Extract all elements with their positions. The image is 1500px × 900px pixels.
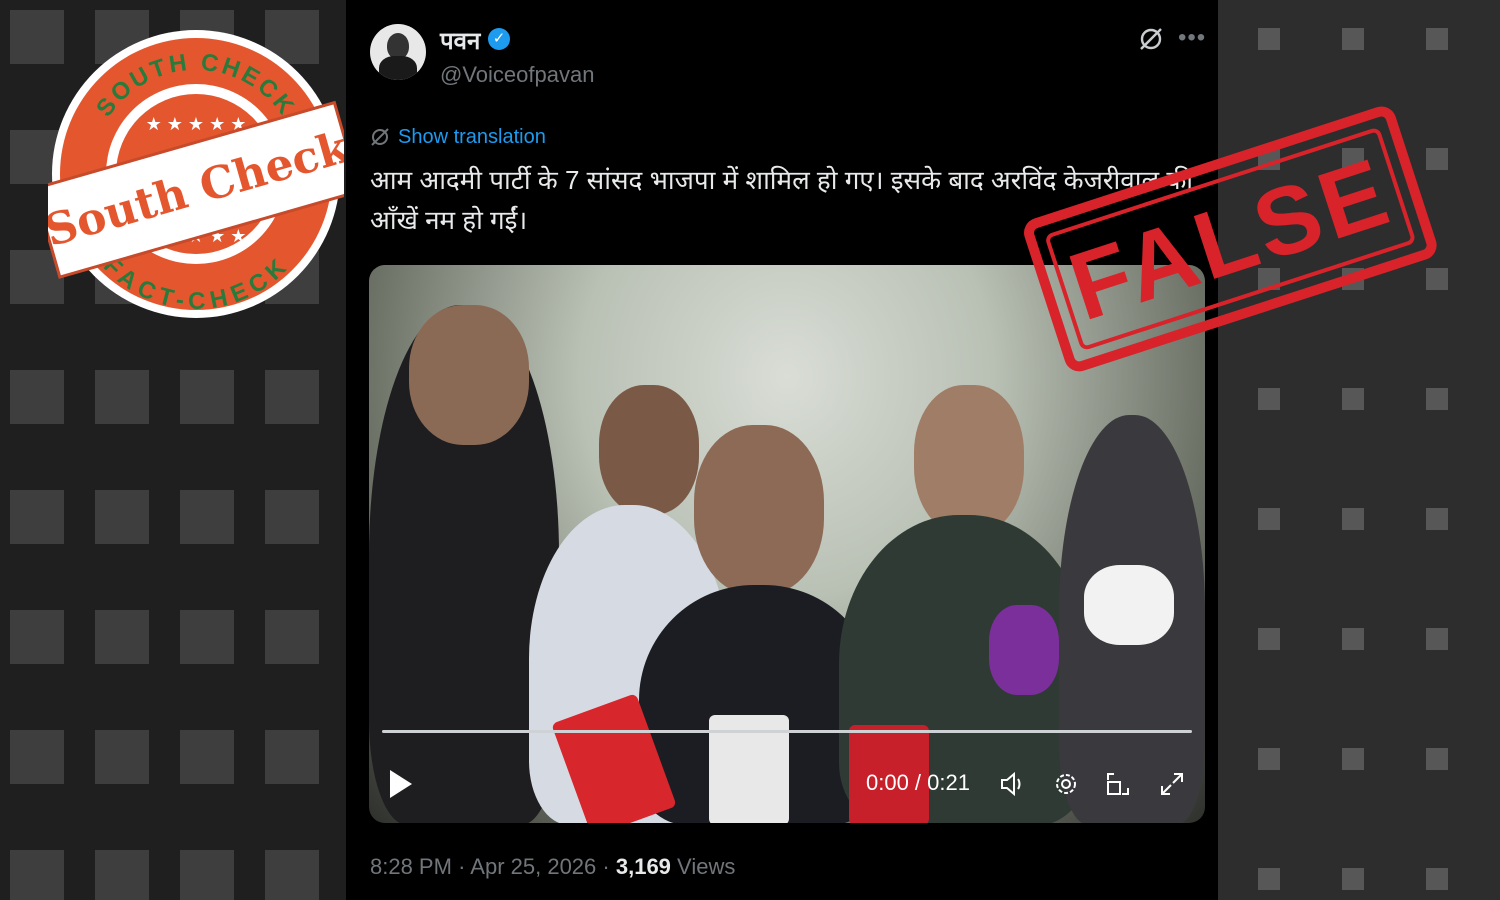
- separator: ·: [602, 854, 610, 879]
- pattern-square: [1342, 508, 1364, 530]
- pattern-square: [95, 490, 149, 544]
- video-progress-bar[interactable]: [382, 730, 1192, 733]
- pattern-square: [95, 610, 149, 664]
- pattern-square: [1426, 508, 1448, 530]
- pattern-square: [1258, 28, 1280, 50]
- volume-icon[interactable]: [998, 770, 1026, 798]
- pattern-square: [10, 370, 64, 424]
- fullscreen-icon[interactable]: [1158, 770, 1186, 798]
- stamp-text: FALSE: [1057, 138, 1403, 342]
- pattern-square: [1426, 28, 1448, 50]
- pattern-square: [1258, 628, 1280, 650]
- video-person: [599, 385, 699, 515]
- pattern-square: [1342, 28, 1364, 50]
- grok-icon[interactable]: [1138, 26, 1164, 52]
- author-handle[interactable]: @Voiceofpavan: [440, 62, 594, 88]
- pattern-square: [180, 610, 234, 664]
- south-check-logo: SOUTH CHECK FACT-CHECK ★ ★ ★ ★ ★ ★ ★ ★ ★…: [48, 30, 344, 318]
- pattern-square: [10, 610, 64, 664]
- pattern-square: [1342, 868, 1364, 890]
- video-person: [694, 425, 824, 595]
- pattern-square: [1258, 508, 1280, 530]
- pattern-square: [180, 370, 234, 424]
- pattern-square: [10, 490, 64, 544]
- pattern-square: [95, 850, 149, 900]
- pattern-square: [1258, 748, 1280, 770]
- video-person: [409, 305, 529, 445]
- pattern-square: [265, 490, 319, 544]
- tweet-time[interactable]: 8:28 PM: [370, 854, 452, 879]
- pattern-square: [10, 730, 64, 784]
- video-microphone: [989, 605, 1059, 695]
- pattern-square: [1258, 868, 1280, 890]
- pattern-square: [1426, 388, 1448, 410]
- show-translation-link[interactable]: Show translation: [370, 126, 546, 149]
- show-translation-label: Show translation: [398, 126, 546, 148]
- views-label: Views: [677, 854, 736, 879]
- verified-badge-icon: ✓: [488, 28, 510, 50]
- pattern-square: [265, 730, 319, 784]
- video-microphone: [1084, 565, 1174, 645]
- separator: ·: [458, 854, 466, 879]
- pattern-square: [1342, 388, 1364, 410]
- pattern-square: [95, 730, 149, 784]
- views-count: 3,169: [615, 854, 671, 879]
- pattern-square: [1426, 748, 1448, 770]
- tweet-date[interactable]: Apr 25, 2026: [470, 854, 596, 879]
- video-time: 0:00 / 0:21: [866, 770, 970, 795]
- author-avatar[interactable]: [370, 24, 426, 80]
- pattern-square: [95, 370, 149, 424]
- play-icon[interactable]: [390, 770, 412, 798]
- false-stamp: FALSE: [1024, 106, 1437, 372]
- author-name[interactable]: पवन: [440, 24, 480, 57]
- pattern-square: [180, 730, 234, 784]
- pattern-square: [265, 370, 319, 424]
- more-icon[interactable]: •••: [1178, 24, 1206, 52]
- settings-icon[interactable]: [1052, 770, 1080, 798]
- pattern-square: [1342, 628, 1364, 650]
- translate-icon: [371, 128, 389, 146]
- pattern-square: [10, 850, 64, 900]
- pattern-square: [1258, 388, 1280, 410]
- tweet-footer: 8:28 PM · Apr 25, 2026 · 3,169 Views: [370, 854, 735, 880]
- video-person: [914, 385, 1024, 535]
- pattern-square: [265, 850, 319, 900]
- pattern-square: [1426, 628, 1448, 650]
- pattern-square: [1426, 868, 1448, 890]
- pattern-square: [1342, 748, 1364, 770]
- pattern-square: [180, 490, 234, 544]
- pattern-square: [180, 850, 234, 900]
- pattern-square: [265, 610, 319, 664]
- picture-in-picture-icon[interactable]: [1104, 770, 1132, 798]
